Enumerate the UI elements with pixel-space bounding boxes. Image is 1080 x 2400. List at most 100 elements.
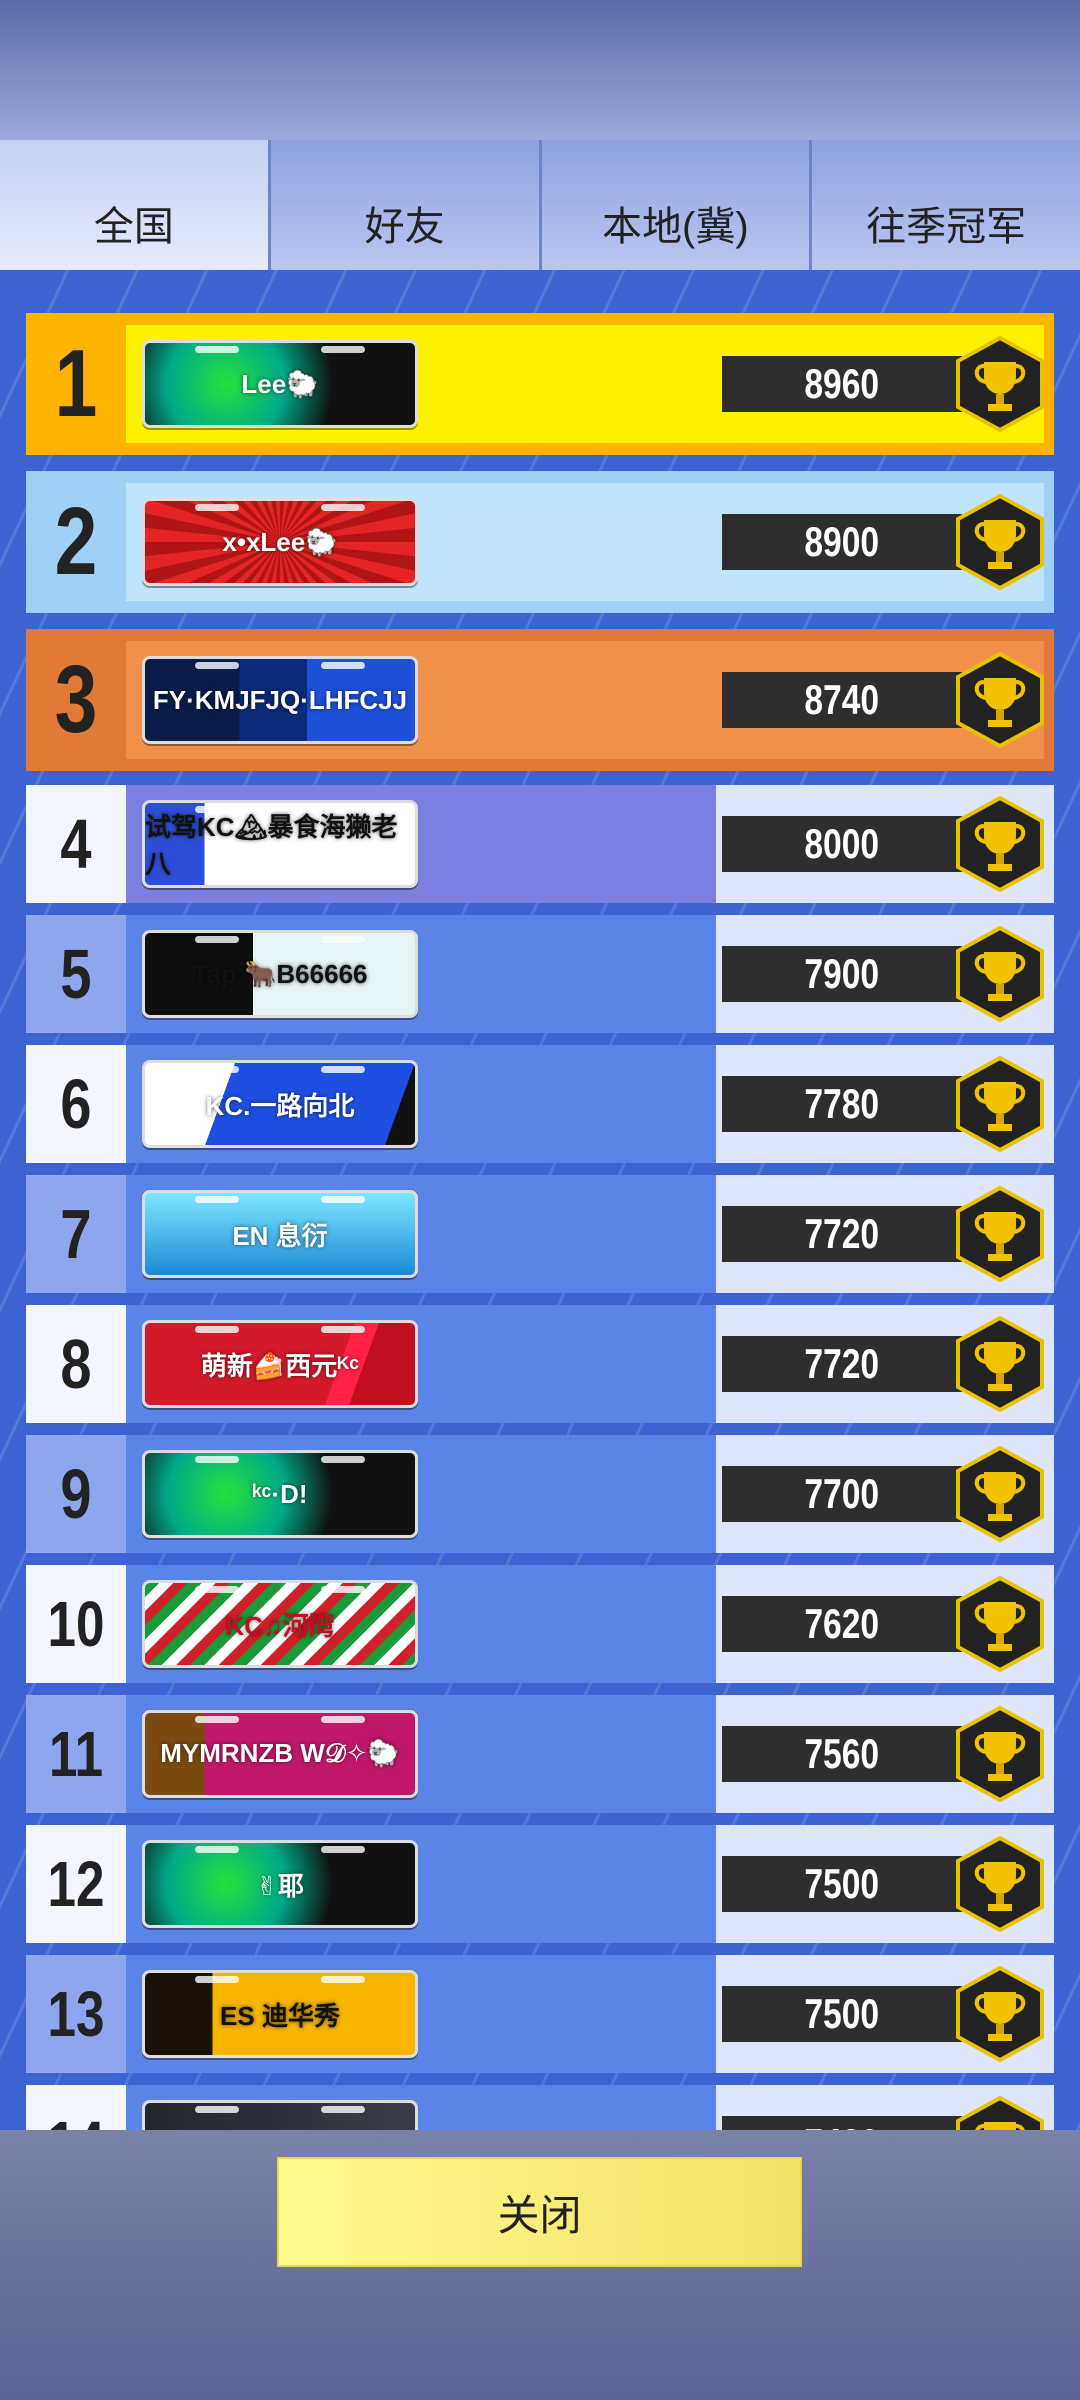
leaderboard-row[interactable]: 9 ᵏᶜ·D! 7700 xyxy=(26,1435,1054,1553)
rank-number: 12 xyxy=(47,1848,105,1920)
trophy-icon xyxy=(954,651,1046,749)
score-value: 8900 xyxy=(722,514,962,570)
leaderboard-row[interactable]: 13 ES 迪华秀 7500 xyxy=(26,1955,1054,2073)
trophy-icon xyxy=(954,795,1046,893)
rank-number: 3 xyxy=(54,646,98,753)
rank-number: 13 xyxy=(47,1978,105,2050)
rank-number: 9 xyxy=(60,1455,92,1533)
tab-past-champions[interactable]: 往季冠军 xyxy=(812,140,1080,270)
player-name: ES 迪华秀 xyxy=(220,2000,340,2031)
nameplate: x•xLee🐑 xyxy=(142,498,418,586)
trophy-icon xyxy=(954,1445,1046,1543)
leaderboard-row[interactable]: 11 MYMRNZB W𝒟✧🐑 7560 xyxy=(26,1695,1054,1813)
score-text: 7480 xyxy=(805,2120,880,2130)
trophy-icon xyxy=(954,1055,1046,1153)
score-text: 7620 xyxy=(804,1600,880,1647)
score-text: 7700 xyxy=(804,1470,880,1517)
trophy-icon xyxy=(954,335,1046,433)
close-button[interactable]: 关闭 xyxy=(277,2157,802,2267)
score-text: 7720 xyxy=(804,1340,880,1387)
score-value: 7500 xyxy=(722,1856,962,1912)
leaderboard-row[interactable]: 6 KC.一路向北 7780 xyxy=(26,1045,1054,1163)
trophy-icon xyxy=(954,1575,1046,1673)
score-text: 7560 xyxy=(804,1730,880,1777)
player-name: ᵏᶜ·D! xyxy=(252,1478,308,1509)
rank-number: 2 xyxy=(54,488,98,595)
leaderboard-list[interactable]: 1 Lee🐑 8960 2 x•xLee🐑 8900 3 FY·KMJFJQ·LHFCJJ 87… xyxy=(0,270,1080,2130)
trophy-icon xyxy=(954,1185,1046,1283)
leaderboard-row[interactable]: 7 EN 息衍 7720 xyxy=(26,1175,1054,1293)
leaderboard-row[interactable]: 1 Lee🐑 8960 xyxy=(26,313,1054,455)
trophy-icon xyxy=(954,1315,1046,1413)
leaderboard-row[interactable]: 2 x•xLee🐑 8900 xyxy=(26,471,1054,613)
score-value: 7700 xyxy=(722,1466,962,1522)
score-text: 8960 xyxy=(804,360,880,407)
score-text: 7720 xyxy=(804,1210,880,1257)
rank-number: 11 xyxy=(48,1718,104,1790)
score-text: 7780 xyxy=(804,1080,880,1127)
player-name: FY·KMJFJQ·LHFCJJ xyxy=(152,684,408,715)
nameplate: Lee🐑 xyxy=(142,340,418,428)
rank-number: 14 xyxy=(36,2085,116,2130)
tab-friends[interactable]: 好友 xyxy=(270,140,542,270)
nameplate: 试驾KC🏔暴食海獭老八 xyxy=(142,800,418,888)
top-banner xyxy=(0,0,1080,140)
nameplate: ᵏᶜ·D! xyxy=(142,1450,418,1538)
nameplate: KC.一路向北 xyxy=(142,1060,418,1148)
score-text: 7900 xyxy=(804,950,880,997)
rank-number: 7 xyxy=(60,1195,92,1273)
trophy-icon xyxy=(954,1835,1046,1933)
player-name: Tap 🐂B66666 xyxy=(192,958,368,989)
score-text: 8000 xyxy=(804,820,880,867)
rank-number: 10 xyxy=(47,1588,105,1660)
rank-number: 4 xyxy=(60,805,92,883)
rank-number: 6 xyxy=(60,1065,92,1143)
nameplate: ✌耶 xyxy=(142,1840,418,1928)
nameplate: 萌新🍰西元ᴷᶜ xyxy=(142,1320,418,1408)
score-text: 7500 xyxy=(804,1860,880,1907)
score-value: 7500 xyxy=(722,1986,962,2042)
leaderboard-row[interactable]: 8 萌新🍰西元ᴷᶜ 7720 xyxy=(26,1305,1054,1423)
nameplate: ES 迪华秀 xyxy=(142,1970,418,2058)
leaderboard-tabs: 全国 好友 本地(冀) 往季冠军 xyxy=(0,140,1080,270)
rank-number: 1 xyxy=(54,330,98,437)
leaderboard-row[interactable]: 3 FY·KMJFJQ·LHFCJJ 8740 xyxy=(26,629,1054,771)
trophy-icon xyxy=(954,1705,1046,1803)
trophy-icon xyxy=(954,2095,1046,2130)
score-value: 8740 xyxy=(722,672,962,728)
score-value: 8960 xyxy=(722,356,962,412)
trophy-icon xyxy=(954,493,1046,591)
nameplate: MYMRNZB W𝒟✧🐑 xyxy=(142,1710,418,1798)
score-value: 7620 xyxy=(722,1596,962,1652)
nameplate: Tap 🐂B66666 xyxy=(142,930,418,1018)
leaderboard-row[interactable]: 4 试驾KC🏔暴食海獭老八 8000 xyxy=(26,785,1054,903)
player-name: KC.一路向北 xyxy=(205,1090,355,1121)
nameplate: KC♫河湾 xyxy=(142,1580,418,1668)
nameplate: FY·KMJFJQ·LHFCJJ xyxy=(142,656,418,744)
leaderboard-row[interactable]: 10 KC♫河湾 7620 xyxy=(26,1565,1054,1683)
score-value: 7560 xyxy=(722,1726,962,1782)
leaderboard-row[interactable]: 14 7480 xyxy=(26,2085,1054,2130)
player-name: x•xLee🐑 xyxy=(222,526,338,557)
rank-number: 8 xyxy=(60,1325,92,1403)
tab-national[interactable]: 全国 xyxy=(0,140,271,270)
player-name: KC♫河湾 xyxy=(225,1610,335,1641)
trophy-icon xyxy=(954,1965,1046,2063)
score-text: 8900 xyxy=(804,518,880,565)
trophy-icon xyxy=(954,925,1046,1023)
rank-number: 5 xyxy=(60,935,92,1013)
player-name: 试驾KC🏔暴食海獭老八 xyxy=(145,812,398,879)
score-value: 7780 xyxy=(722,1076,962,1132)
score-text: 7500 xyxy=(804,1990,880,2037)
score-value: 7900 xyxy=(722,946,962,1002)
score-value: 7480 xyxy=(722,2116,962,2130)
player-name: 萌新🍰西元ᴷᶜ xyxy=(200,1350,360,1381)
leaderboard-row[interactable]: 5 Tap 🐂B66666 7900 xyxy=(26,915,1054,1033)
score-value: 7720 xyxy=(722,1206,962,1262)
leaderboard-row[interactable]: 12 ✌耶 7500 xyxy=(26,1825,1054,1943)
player-name: MYMRNZB W𝒟✧🐑 xyxy=(160,1738,400,1768)
player-name: EN 息衍 xyxy=(232,1220,328,1251)
tab-local[interactable]: 本地(冀) xyxy=(541,140,813,270)
nameplate xyxy=(142,2100,418,2130)
score-value: 7720 xyxy=(722,1336,962,1392)
